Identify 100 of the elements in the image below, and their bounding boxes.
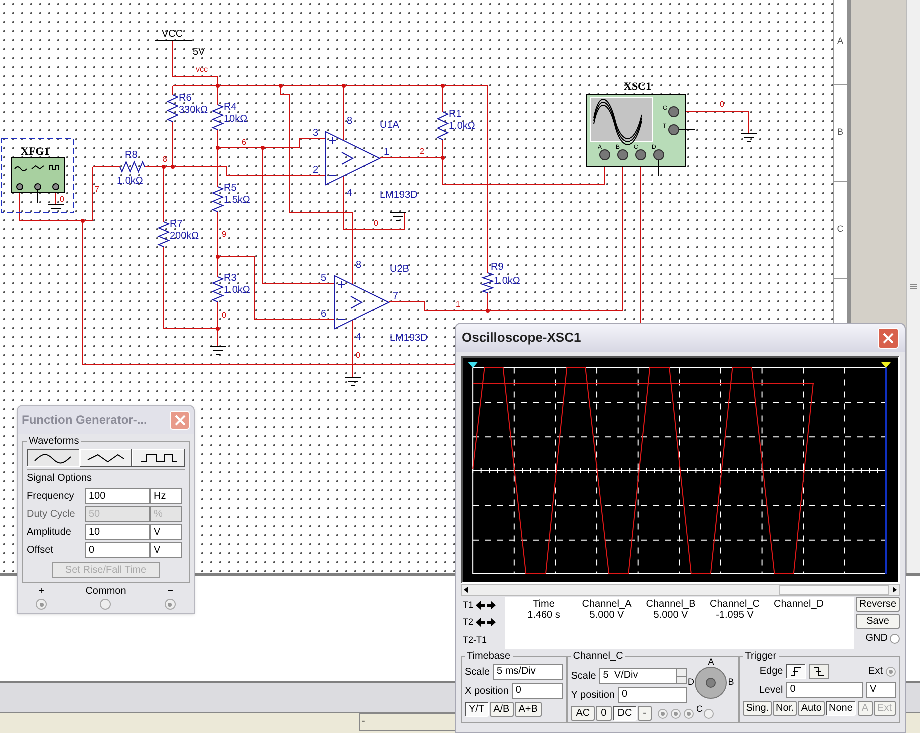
resistor-ref: R7 bbox=[170, 219, 183, 230]
channel-radio[interactable] bbox=[658, 708, 668, 718]
window-title: Oscilloscope-XSC1 bbox=[462, 329, 582, 348]
value-field[interactable]: 100 bbox=[85, 488, 150, 504]
terminal-label: + bbox=[38, 586, 44, 597]
field-label: Duty Cycle bbox=[27, 508, 76, 522]
pin-number: 1 bbox=[384, 147, 390, 158]
scale-field[interactable]: 5 V/Div bbox=[599, 668, 688, 684]
terminal-radio[interactable] bbox=[36, 599, 47, 610]
cursor-left-button[interactable] bbox=[476, 601, 485, 610]
ground-symbol bbox=[210, 346, 226, 356]
net-label: vcc bbox=[196, 65, 208, 74]
group-label: Trigger bbox=[744, 650, 778, 664]
function-generator-symbol[interactable] bbox=[2, 138, 74, 214]
cursor-left-button[interactable] bbox=[476, 618, 485, 628]
resistor-value: 1.0kΩ bbox=[224, 285, 250, 296]
cursor-right-button[interactable] bbox=[486, 601, 496, 610]
pin-number: 5 bbox=[321, 273, 327, 284]
mode-button[interactable]: Y/T bbox=[465, 702, 489, 717]
voltage-label: 5V bbox=[193, 47, 206, 58]
channel-radio[interactable] bbox=[704, 708, 714, 718]
resistor-ref: R8 bbox=[125, 150, 138, 161]
group-label: Signal Options bbox=[27, 469, 185, 486]
scroll-thumb[interactable] bbox=[779, 585, 889, 595]
unit-box: V bbox=[866, 682, 896, 698]
position-field[interactable]: 0 bbox=[512, 683, 564, 699]
channel-selector-knob[interactable] bbox=[695, 667, 728, 699]
value-field[interactable]: 10 bbox=[85, 524, 150, 540]
knob-label: D bbox=[688, 676, 694, 690]
knob-label: B bbox=[728, 676, 734, 690]
ground-symbol bbox=[740, 134, 758, 142]
coupling-button[interactable]: AC bbox=[571, 706, 596, 721]
terminal-radio[interactable] bbox=[164, 599, 176, 610]
power-label: VCC bbox=[162, 29, 184, 40]
position-field[interactable]: 0 bbox=[618, 687, 688, 703]
mode-button[interactable]: A/B bbox=[490, 702, 514, 717]
waveform-icon bbox=[86, 452, 126, 464]
unit-box: V bbox=[150, 542, 182, 558]
column-header: Channel_C bbox=[708, 599, 762, 610]
cursor-marker-icon[interactable] bbox=[468, 362, 478, 368]
junction-dot bbox=[279, 84, 283, 88]
ext-radio[interactable] bbox=[886, 666, 896, 676]
group-label: Timebase bbox=[466, 650, 512, 664]
resistor-value: 200kΩ bbox=[170, 231, 200, 242]
cursor-label: T1 bbox=[463, 598, 474, 612]
spinner-icon[interactable] bbox=[676, 669, 686, 683]
level-field[interactable]: 0 bbox=[786, 682, 863, 698]
trigger-mode-button[interactable]: Auto bbox=[798, 701, 825, 716]
terminal-radio[interactable] bbox=[100, 599, 112, 610]
horizontal-scrollbar[interactable] bbox=[461, 584, 900, 596]
trigger-mode-button[interactable]: None bbox=[826, 701, 856, 716]
side-button[interactable]: Reverse bbox=[856, 597, 900, 612]
net-label: 6 bbox=[242, 138, 246, 147]
mode-button[interactable]: A+B bbox=[514, 702, 542, 717]
readout-value: 1.460 s bbox=[526, 610, 562, 621]
net-label: 9 bbox=[222, 230, 226, 239]
edge-button[interactable] bbox=[786, 664, 806, 679]
junction-dot bbox=[162, 165, 166, 169]
waveform-icon bbox=[33, 452, 74, 464]
field-label: Scale bbox=[465, 666, 490, 680]
waveform-button[interactable] bbox=[27, 449, 80, 467]
close-button[interactable] bbox=[878, 328, 899, 348]
scroll-grip-icon bbox=[910, 284, 917, 290]
resistor-ref: R5 bbox=[224, 183, 237, 194]
field-label: Frequency bbox=[27, 490, 76, 504]
net-label: 8 bbox=[163, 155, 168, 164]
coupling-button[interactable]: DC bbox=[612, 706, 638, 721]
border-label: C bbox=[837, 223, 844, 236]
readout-value: 5.000 V bbox=[588, 610, 626, 621]
gnd-radio[interactable] bbox=[890, 634, 900, 644]
resistor-value: 330kΩ bbox=[179, 105, 208, 116]
channel-radio[interactable] bbox=[670, 708, 681, 718]
trigger-mode-button[interactable]: Sing. bbox=[743, 701, 772, 716]
edge-button[interactable] bbox=[809, 664, 830, 679]
net-label: 0 bbox=[222, 311, 226, 320]
part-number: LM193D bbox=[380, 190, 418, 201]
resistor-value: 1.5kΩ bbox=[224, 195, 250, 206]
value-field[interactable]: 0 bbox=[85, 542, 150, 558]
cursor-right-button[interactable] bbox=[486, 618, 496, 628]
pin-number: 2 bbox=[313, 165, 319, 176]
terminal-label: Common bbox=[86, 586, 126, 597]
resistor-symbol bbox=[120, 160, 146, 174]
junction-dot bbox=[216, 84, 220, 88]
close-button[interactable] bbox=[170, 410, 190, 430]
channel-radio[interactable] bbox=[684, 708, 694, 718]
oscilloscope-symbol[interactable] bbox=[586, 94, 696, 176]
scale-field[interactable]: 5 ms/Div bbox=[493, 664, 564, 680]
resistor-ref: R3 bbox=[224, 273, 237, 284]
field-label: Edge bbox=[758, 665, 784, 679]
cursor-marker-icon[interactable] bbox=[882, 362, 891, 368]
vertical-scrollbar[interactable] bbox=[906, 0, 920, 573]
ground-symbol bbox=[344, 378, 362, 386]
coupling-button[interactable]: - bbox=[638, 706, 652, 721]
comparator-ref: U1A bbox=[380, 120, 400, 131]
resistor-symbol bbox=[436, 112, 450, 140]
group-label: Channel_C bbox=[572, 650, 624, 664]
junction-dot bbox=[216, 327, 220, 331]
coupling-button[interactable]: 0 bbox=[596, 706, 612, 721]
side-button[interactable]: Save bbox=[856, 614, 900, 629]
trigger-mode-button[interactable]: Nor. bbox=[773, 701, 798, 716]
